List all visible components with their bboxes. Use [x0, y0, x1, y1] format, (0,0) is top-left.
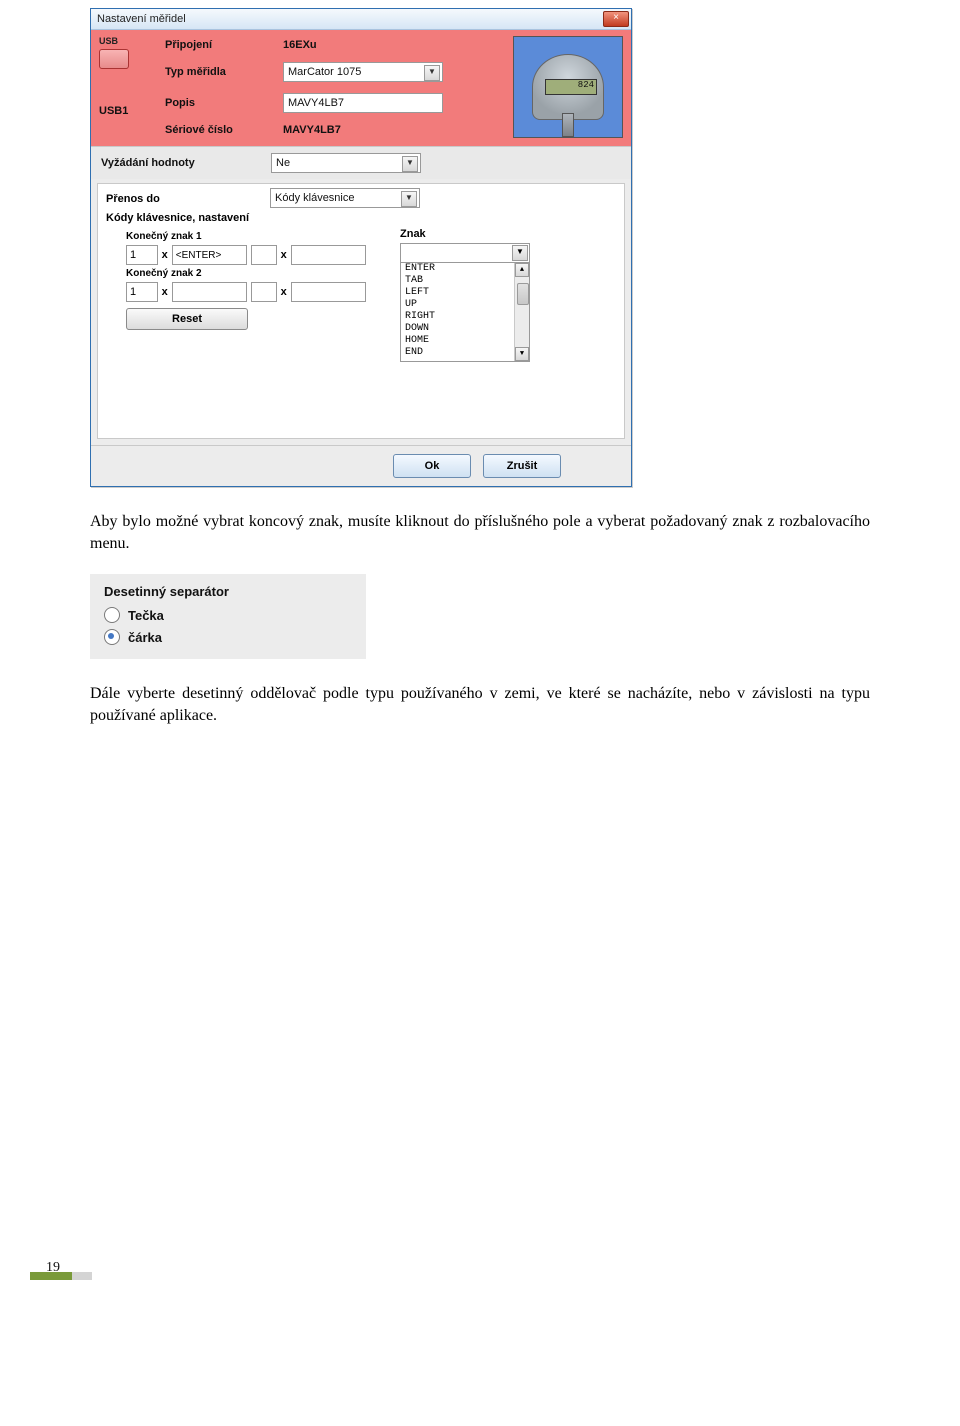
- list-item[interactable]: LEFT: [401, 287, 529, 299]
- window-title: Nastavení měřidel: [97, 13, 186, 25]
- scroll-thumb[interactable]: [517, 283, 529, 305]
- type-select[interactable]: MarCator 1075 ▼: [283, 62, 443, 82]
- footer-accent-bar: [72, 1272, 92, 1280]
- request-select[interactable]: Ne ▼: [271, 153, 421, 173]
- separator-option-dot[interactable]: Tečka: [104, 607, 352, 623]
- transfer-panel: Přenos do Kódy klávesnice ▼ Kódy klávesn…: [97, 183, 625, 439]
- paragraph-1: Aby bylo možné vybrat koncový znak, musí…: [90, 511, 870, 554]
- paragraph-2: Dále vyberte desetinný oddělovač podle t…: [90, 683, 870, 726]
- list-item[interactable]: UP: [401, 299, 529, 311]
- device-panel: USB USB1 Připojení 16EXu Typ měřidla Mar…: [91, 30, 631, 146]
- titlebar[interactable]: Nastavení měřidel ×: [91, 9, 631, 30]
- kz2-count-b[interactable]: [251, 282, 277, 302]
- x-label: x: [162, 286, 168, 298]
- serial-label: Sériové číslo: [165, 124, 265, 136]
- list-item[interactable]: ENTER: [401, 263, 529, 275]
- request-label: Vyžádání hodnoty: [101, 157, 251, 169]
- chevron-down-icon: ▼: [512, 245, 528, 261]
- list-item[interactable]: END: [401, 347, 529, 359]
- codes-settings-label: Kódy klávesnice, nastavení: [106, 212, 616, 224]
- settings-dialog: Nastavení měřidel × USB USB1 Připojení 1…: [90, 8, 632, 487]
- dialog-buttons: Ok Zrušit: [91, 445, 631, 486]
- ok-button[interactable]: Ok: [393, 454, 471, 478]
- footer-accent-bar: [30, 1272, 72, 1280]
- usb-badge-icon: USB: [99, 36, 157, 69]
- kz1-label: Konečný znak 1: [126, 231, 366, 242]
- type-label: Typ měřidla: [165, 66, 265, 78]
- radio-icon[interactable]: [104, 629, 120, 645]
- kz1-token-b[interactable]: [291, 245, 366, 265]
- list-item[interactable]: DOWN: [401, 323, 529, 335]
- gauge-reading: 824: [545, 79, 597, 95]
- x-label: x: [162, 249, 168, 261]
- separator-panel: Desetinný separátor Tečka čárka: [90, 574, 366, 659]
- znak-listbox[interactable]: ENTER TAB LEFT UP RIGHT DOWN HOME END ▲ …: [400, 263, 530, 362]
- scrollbar[interactable]: ▲ ▼: [514, 263, 529, 361]
- x-label: x: [281, 286, 287, 298]
- arrow-down-icon[interactable]: ▼: [515, 347, 529, 361]
- kz2-token-b[interactable]: [291, 282, 366, 302]
- radio-icon[interactable]: [104, 607, 120, 623]
- connection-value: 16EXu: [283, 39, 443, 51]
- kz1-count[interactable]: 1: [126, 245, 158, 265]
- list-item[interactable]: TAB: [401, 275, 529, 287]
- transfer-label: Přenos do: [106, 193, 256, 205]
- list-item[interactable]: RIGHT: [401, 311, 529, 323]
- serial-value: MAVY4LB7: [283, 124, 443, 136]
- close-icon[interactable]: ×: [603, 11, 629, 27]
- znak-label: Znak: [400, 228, 530, 240]
- usb-port-label: USB1: [99, 105, 157, 117]
- reset-button[interactable]: Reset: [126, 308, 248, 330]
- arrow-up-icon[interactable]: ▲: [515, 263, 529, 277]
- separator-option-comma[interactable]: čárka: [104, 629, 352, 645]
- chevron-down-icon: ▼: [401, 191, 417, 207]
- separator-title: Desetinný separátor: [104, 584, 352, 599]
- kz2-count[interactable]: 1: [126, 282, 158, 302]
- desc-input[interactable]: MAVY4LB7: [283, 93, 443, 113]
- znak-select[interactable]: ▼: [400, 243, 530, 263]
- x-label: x: [281, 249, 287, 261]
- cancel-button[interactable]: Zrušit: [483, 454, 561, 478]
- kz2-label: Konečný znak 2: [126, 268, 366, 279]
- list-item[interactable]: HOME: [401, 335, 529, 347]
- kz2-token[interactable]: [172, 282, 247, 302]
- connection-label: Připojení: [165, 39, 265, 51]
- kz1-count-b[interactable]: [251, 245, 277, 265]
- chevron-down-icon: ▼: [402, 156, 418, 172]
- kz1-token[interactable]: <ENTER>: [172, 245, 247, 265]
- chevron-down-icon: ▼: [424, 65, 440, 81]
- desc-label: Popis: [165, 97, 265, 109]
- gauge-image: 824: [513, 36, 623, 138]
- transfer-select[interactable]: Kódy klávesnice ▼: [270, 188, 420, 208]
